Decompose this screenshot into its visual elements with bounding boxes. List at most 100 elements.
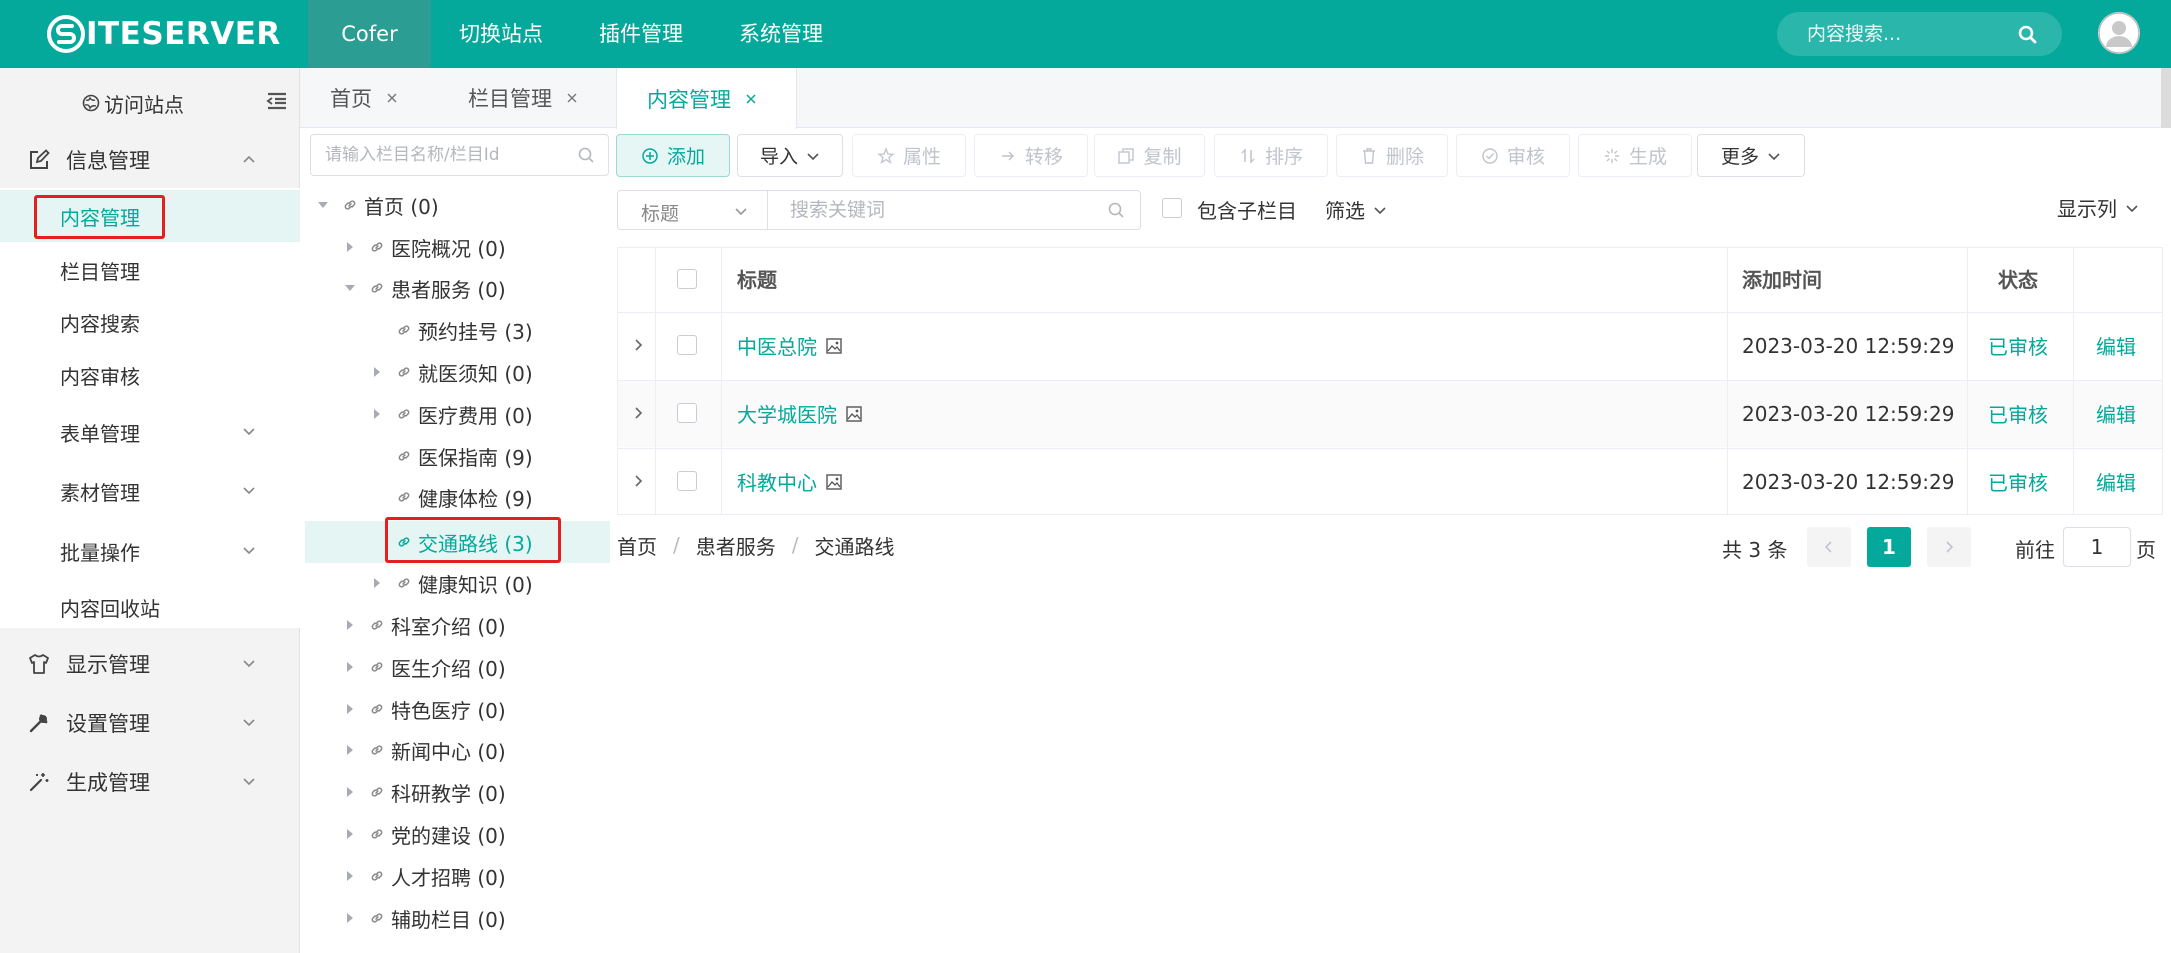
pager-next-button[interactable] [1927,527,1971,567]
row-edit-link[interactable]: 编辑 [2096,380,2136,447]
breadcrumb-item-patient-services[interactable]: 患者服务 [696,531,776,560]
row-checkbox[interactable] [677,471,697,491]
sidebar-item-batch-operations[interactable]: 批量操作 [0,525,300,577]
copy-button[interactable]: 复制 [1094,134,1205,177]
tree-node[interactable]: 医疗费用 (0) [370,394,533,434]
caret-right-icon[interactable] [343,240,357,254]
row-status[interactable]: 已审核 [1988,312,2048,379]
chevron-right-icon[interactable] [631,406,645,420]
sort-button[interactable]: 排序 [1214,134,1328,177]
sidebar-item-content-search[interactable]: 内容搜索 [0,296,300,348]
menu-collapse-icon[interactable] [266,92,288,110]
caret-down-icon[interactable] [316,198,330,212]
caret-right-icon[interactable] [370,365,384,379]
sidebar-item-recycle-bin[interactable]: 内容回收站 [0,581,300,633]
sidebar-item-material-management[interactable]: 素材管理 [0,465,300,517]
close-icon[interactable] [566,92,578,104]
caret-right-icon[interactable] [343,743,357,757]
row-checkbox[interactable] [677,403,697,423]
delete-button[interactable]: 删除 [1336,134,1448,177]
tree-node[interactable]: 交通路线 (3) [370,522,533,562]
generate-button[interactable]: 生成 [1578,134,1692,177]
topnav-switch-site[interactable]: 切换站点 [431,0,571,68]
breadcrumb-item-home[interactable]: 首页 [617,531,657,560]
tab-content-management[interactable]: 内容管理 [616,68,797,129]
search-icon[interactable] [577,146,595,164]
tree-node[interactable]: 新闻中心 (0) [343,730,506,770]
close-icon[interactable] [745,93,757,105]
tree-node[interactable]: 人才招聘 (0) [343,856,506,896]
visit-site-link[interactable]: 访问站点 [82,88,184,118]
sidebar-item-form-management[interactable]: 表单管理 [0,406,300,458]
include-children-checkbox[interactable] [1162,198,1182,218]
user-avatar[interactable] [2098,12,2140,54]
sidebar-group-info-management[interactable]: 信息管理 [0,132,300,188]
tree-node[interactable]: 患者服务 (0) [343,268,506,308]
row-title-link[interactable]: 科教中心 [737,448,843,515]
tree-node[interactable]: 健康体检 (9) [370,477,533,517]
search-field-select[interactable]: 标题 [617,190,767,230]
row-title-link[interactable]: 中医总院 [737,312,843,379]
row-edit-link[interactable]: 编辑 [2096,448,2136,515]
column-header-add-time[interactable]: 添加时间 [1742,248,1822,312]
tree-node[interactable]: 党的建设 (0) [343,814,506,854]
caret-right-icon[interactable] [343,911,357,925]
top-search-input[interactable] [1807,12,2017,56]
tree-node[interactable]: 科研教学 (0) [343,772,506,812]
caret-down-icon[interactable] [343,281,357,295]
topnav-plugin-management[interactable]: 插件管理 [571,0,711,68]
sidebar-group-generate-management[interactable]: 生成管理 [0,754,300,810]
review-button[interactable]: 审核 [1456,134,1570,177]
sidebar-group-display-management[interactable]: 显示管理 [0,636,300,692]
caret-right-icon[interactable] [343,869,357,883]
search-icon[interactable] [1107,201,1125,219]
close-icon[interactable] [386,92,398,104]
column-header-status[interactable]: 状态 [1998,248,2038,312]
sidebar-group-settings-management[interactable]: 设置管理 [0,695,300,751]
tree-node[interactable]: 辅助栏目 (0) [343,898,506,938]
tab-home[interactable]: 首页 [330,68,398,128]
tree-node[interactable]: 首页 (0) [316,185,439,225]
caret-right-icon[interactable] [343,702,357,716]
tree-node[interactable]: 医保指南 (9) [370,436,533,476]
caret-right-icon[interactable] [343,618,357,632]
chevron-right-icon[interactable] [631,338,645,352]
tree-node[interactable]: 健康知识 (0) [370,563,533,603]
transfer-button[interactable]: 转移 [974,134,1088,177]
add-button[interactable]: 添加 [616,134,730,177]
caret-right-icon[interactable] [370,407,384,421]
tree-node[interactable]: 特色医疗 (0) [343,689,506,729]
sidebar-item-content-management[interactable]: 内容管理 [0,190,300,242]
tab-channel-management[interactable]: 栏目管理 [468,68,578,128]
caret-right-icon[interactable] [343,785,357,799]
tree-node[interactable]: 预约挂号 (3) [370,310,533,350]
tab-scrollbar[interactable] [2161,68,2171,128]
tree-node[interactable]: 科室介绍 (0) [343,605,506,645]
tree-node[interactable]: 医生介绍 (0) [343,647,506,687]
sidebar-item-channel-management[interactable]: 栏目管理 [0,244,300,296]
chevron-right-icon[interactable] [631,474,645,488]
tree-search-input[interactable] [325,135,565,175]
pager-goto-input[interactable] [2063,527,2131,567]
select-all-checkbox[interactable] [677,269,697,289]
caret-right-icon[interactable] [343,827,357,841]
row-status[interactable]: 已审核 [1988,448,2048,515]
search-icon[interactable] [2017,24,2039,46]
row-edit-link[interactable]: 编辑 [2096,312,2136,379]
topnav-site-cofer[interactable]: Cofer [308,0,431,68]
sidebar-item-content-review[interactable]: 内容审核 [0,349,300,401]
properties-button[interactable]: 属性 [852,134,966,177]
site-logo[interactable]: ITESERVER [44,12,281,56]
column-header-title[interactable]: 标题 [737,248,777,312]
row-checkbox[interactable] [677,335,697,355]
filter-dropdown[interactable]: 筛选 [1325,195,1387,224]
keyword-search-input[interactable] [790,191,1090,229]
topnav-system-management[interactable]: 系统管理 [711,0,851,68]
tree-node[interactable]: 就医须知 (0) [370,352,533,392]
caret-right-icon[interactable] [343,660,357,674]
row-title-link[interactable]: 大学城医院 [737,380,863,447]
caret-right-icon[interactable] [370,576,384,590]
row-status[interactable]: 已审核 [1988,380,2048,447]
display-columns-dropdown[interactable]: 显示列 [2057,193,2139,222]
pager-page-button[interactable]: 1 [1867,527,1911,567]
